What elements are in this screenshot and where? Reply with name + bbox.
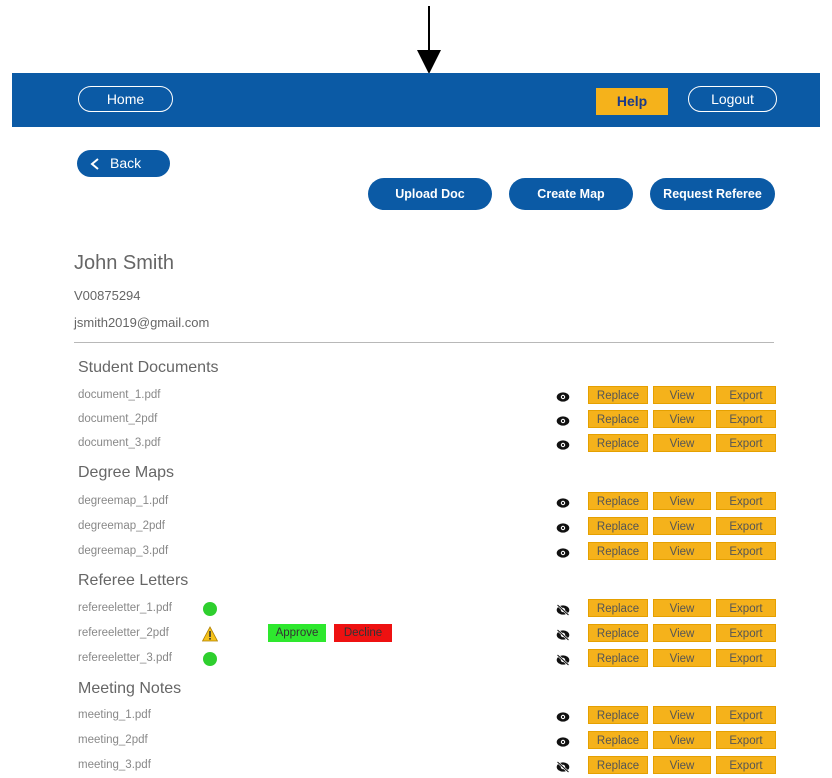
view-button[interactable]: View <box>653 731 711 749</box>
decline-button[interactable]: Decline <box>334 624 392 642</box>
down-arrow-icon <box>417 6 441 74</box>
view-button[interactable]: View <box>653 492 711 510</box>
export-button[interactable]: Export <box>716 434 776 452</box>
eye-slash-icon[interactable] <box>556 653 570 666</box>
replace-button[interactable]: Replace <box>588 517 648 535</box>
view-button[interactable]: View <box>653 706 711 724</box>
eye-icon[interactable] <box>556 521 570 533</box>
view-button[interactable]: View <box>653 542 711 560</box>
eye-slash-icon[interactable] <box>556 760 570 773</box>
eye-icon[interactable] <box>556 546 570 558</box>
export-button[interactable]: Export <box>716 731 776 749</box>
file-row: degreemap_1.pdf Replace View Export <box>78 492 778 512</box>
file-row: meeting_1.pdf Replace View Export <box>78 706 778 726</box>
eye-icon[interactable] <box>556 710 570 722</box>
section-title: Referee Letters <box>78 572 189 589</box>
file-row: document_1.pdf Replace View Export <box>78 386 778 406</box>
eye-icon[interactable] <box>556 438 570 450</box>
eye-icon[interactable] <box>556 735 570 747</box>
replace-button[interactable]: Replace <box>588 599 648 617</box>
back-button[interactable]: Back <box>77 150 170 177</box>
approve-button[interactable]: Approve <box>268 624 326 642</box>
file-name[interactable]: degreemap_3.pdf <box>78 545 168 557</box>
replace-button[interactable]: Replace <box>588 731 648 749</box>
eye-icon[interactable] <box>556 414 570 426</box>
upload-doc-button[interactable]: Upload Doc <box>368 178 492 210</box>
create-map-button[interactable]: Create Map <box>509 178 633 210</box>
section-title: Degree Maps <box>78 464 175 481</box>
logout-button[interactable]: Logout <box>688 86 777 112</box>
export-button[interactable]: Export <box>716 542 776 560</box>
file-name[interactable]: degreemap_2pdf <box>78 520 165 532</box>
export-button[interactable]: Export <box>716 649 776 667</box>
chevron-left-icon <box>90 158 99 170</box>
replace-button[interactable]: Replace <box>588 492 648 510</box>
file-row: refereeletter_1.pdf Replace View Export <box>78 599 778 619</box>
replace-button[interactable]: Replace <box>588 410 648 428</box>
view-button[interactable]: View <box>653 756 711 774</box>
file-name[interactable]: refereeletter_2pdf <box>78 627 169 639</box>
view-button[interactable]: View <box>653 386 711 404</box>
file-name[interactable]: refereeletter_3.pdf <box>78 652 172 664</box>
eye-slash-icon[interactable] <box>556 603 570 616</box>
eye-icon[interactable] <box>556 496 570 508</box>
file-name[interactable]: document_3.pdf <box>78 437 160 449</box>
file-row: meeting_3.pdf Replace View Export <box>78 756 778 776</box>
file-row: degreemap_3.pdf Replace View Export <box>78 542 778 562</box>
view-button[interactable]: View <box>653 649 711 667</box>
export-button[interactable]: Export <box>716 386 776 404</box>
file-name[interactable]: document_1.pdf <box>78 389 160 401</box>
file-row: refereeletter_3.pdf Replace View Export <box>78 649 778 669</box>
section-title: Meeting Notes <box>78 680 182 697</box>
export-button[interactable]: Export <box>716 517 776 535</box>
help-button[interactable]: Help <box>596 88 668 115</box>
file-name[interactable]: meeting_1.pdf <box>78 709 151 721</box>
back-button-label: Back <box>110 155 142 171</box>
export-button[interactable]: Export <box>716 756 776 774</box>
file-name[interactable]: meeting_3.pdf <box>78 759 151 771</box>
view-button[interactable]: View <box>653 624 711 642</box>
view-button[interactable]: View <box>653 599 711 617</box>
request-referee-button[interactable]: Request Referee <box>650 178 775 210</box>
replace-button[interactable]: Replace <box>588 386 648 404</box>
export-button[interactable]: Export <box>716 492 776 510</box>
student-id: V00875294 <box>74 288 141 303</box>
file-name[interactable]: document_2pdf <box>78 413 157 425</box>
export-button[interactable]: Export <box>716 599 776 617</box>
replace-button[interactable]: Replace <box>588 542 648 560</box>
replace-button[interactable]: Replace <box>588 756 648 774</box>
file-row: refereeletter_2pdf Approve Decline Replace V… <box>78 624 778 644</box>
export-button[interactable]: Export <box>716 706 776 724</box>
view-button[interactable]: View <box>653 517 711 535</box>
eye-icon[interactable] <box>556 390 570 402</box>
file-name[interactable]: meeting_2pdf <box>78 734 148 746</box>
replace-button[interactable]: Replace <box>588 649 648 667</box>
export-button[interactable]: Export <box>716 410 776 428</box>
eye-slash-icon[interactable] <box>556 628 570 641</box>
file-name[interactable]: degreemap_1.pdf <box>78 495 168 507</box>
student-email: jsmith2019@gmail.com <box>74 315 210 330</box>
view-button[interactable]: View <box>653 410 711 428</box>
replace-button[interactable]: Replace <box>588 624 648 642</box>
replace-button[interactable]: Replace <box>588 706 648 724</box>
divider <box>74 342 774 343</box>
export-button[interactable]: Export <box>716 624 776 642</box>
warning-icon <box>201 626 219 642</box>
student-name: John Smith <box>74 252 175 274</box>
section-title: Student Documents <box>78 359 219 376</box>
file-row: degreemap_2pdf Replace View Export <box>78 517 778 537</box>
file-row: document_2pdf Replace View Export <box>78 410 778 430</box>
approved-dot-icon <box>202 601 218 617</box>
approved-dot-icon <box>202 651 218 667</box>
file-row: meeting_2pdf Replace View Export <box>78 731 778 751</box>
file-row: document_3.pdf Replace View Export <box>78 434 778 454</box>
replace-button[interactable]: Replace <box>588 434 648 452</box>
file-name[interactable]: refereeletter_1.pdf <box>78 602 172 614</box>
home-button[interactable]: Home <box>78 86 173 112</box>
view-button[interactable]: View <box>653 434 711 452</box>
